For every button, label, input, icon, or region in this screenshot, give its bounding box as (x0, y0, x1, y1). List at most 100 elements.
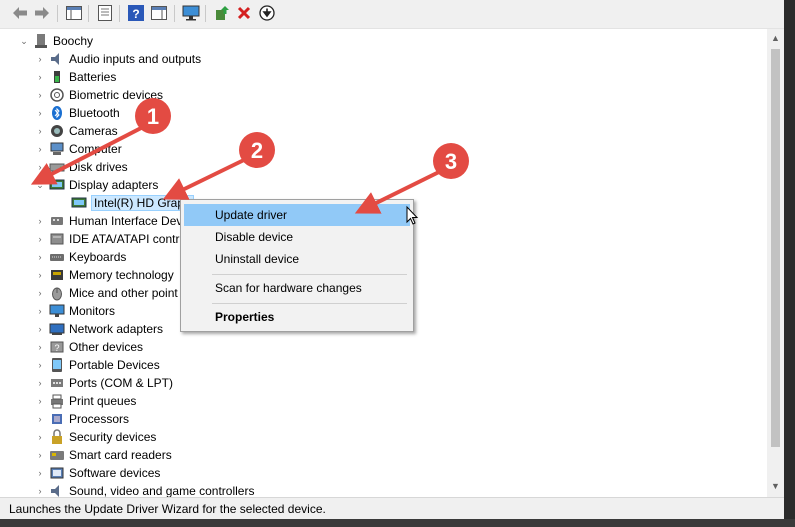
context-menu: Update driver Disable device Uninstall d… (180, 199, 414, 332)
expanded-chevron-icon[interactable]: ⌄ (34, 176, 46, 194)
collapsed-chevron-icon[interactable]: › (34, 464, 46, 482)
show-hide-console-tree-icon[interactable] (65, 4, 83, 22)
device-category-icon (49, 249, 65, 265)
tree-category[interactable]: › Cameras (34, 122, 118, 140)
forward-icon[interactable] (33, 4, 51, 22)
tree-category-label: Software devices (69, 466, 161, 480)
tree-category-label: Portable Devices (69, 358, 160, 372)
tree-category[interactable]: › Bluetooth (34, 104, 120, 122)
tree-category[interactable]: › Disk drives (34, 158, 128, 176)
collapsed-chevron-icon[interactable]: › (34, 104, 46, 122)
device-category-icon (49, 285, 65, 301)
update-driver-icon[interactable] (213, 4, 231, 22)
tree-category[interactable]: › Portable Devices (34, 356, 160, 374)
tree-category[interactable]: › Security devices (34, 428, 156, 446)
collapsed-chevron-icon[interactable]: › (34, 212, 46, 230)
tree-category[interactable]: › Memory technology (34, 266, 174, 284)
collapsed-chevron-icon[interactable]: › (34, 68, 46, 86)
collapsed-chevron-icon[interactable]: › (34, 158, 46, 176)
tree-category[interactable]: › Audio inputs and outputs (34, 50, 202, 68)
vertical-scrollbar[interactable]: ▲ ▼ (767, 29, 784, 497)
tree-category-label: Human Interface Dev (69, 214, 183, 228)
collapsed-chevron-icon[interactable]: › (34, 392, 46, 410)
tree-category[interactable]: › Smart card readers (34, 446, 172, 464)
scan-hardware-menu-item[interactable]: Scan for hardware changes (184, 277, 410, 299)
display-adapter-icon (71, 195, 87, 211)
tree-category[interactable]: › Sound, video and game controllers (34, 482, 254, 497)
tree-category[interactable]: › Monitors (34, 302, 116, 320)
tree-category[interactable]: › Network adapters (34, 320, 164, 338)
status-bar: Launches the Update Driver Wizard for th… (0, 497, 784, 520)
uninstall-icon[interactable] (235, 4, 253, 22)
device-category-icon (49, 465, 65, 481)
tree-category[interactable]: ›? Other devices (34, 338, 144, 356)
tree-category[interactable]: › Batteries (34, 68, 117, 86)
properties-menu-item[interactable]: Properties (184, 306, 410, 328)
update-driver-menu-item[interactable]: Update driver (184, 204, 410, 226)
disable-device-menu-item[interactable]: Disable device (184, 226, 410, 248)
device-category-icon (49, 141, 65, 157)
device-category-icon (49, 393, 65, 409)
toolbar: ? (0, 0, 795, 29)
collapsed-chevron-icon[interactable]: › (34, 320, 46, 338)
back-icon[interactable] (11, 4, 29, 22)
tree-category-label: Display adapters (69, 178, 159, 192)
scroll-down-icon[interactable]: ▼ (770, 481, 781, 492)
tree-category[interactable]: › IDE ATA/ATAPI contro (34, 230, 187, 248)
collapsed-chevron-icon[interactable]: › (34, 140, 46, 158)
tree-category[interactable]: › Ports (COM & LPT) (34, 374, 174, 392)
device-category-icon (49, 267, 65, 283)
scroll-thumb[interactable] (771, 49, 780, 447)
svg-text:?: ? (132, 7, 139, 21)
collapsed-chevron-icon[interactable]: › (34, 122, 46, 140)
device-category-icon (49, 411, 65, 427)
scroll-up-icon[interactable]: ▲ (770, 33, 781, 44)
tree-category[interactable]: › Computer (34, 140, 122, 158)
tree-category[interactable]: ⌄ Display adapters (34, 176, 158, 194)
tree-root-label: Boochy (53, 34, 94, 48)
download-icon[interactable] (258, 4, 276, 22)
tree-category-label: Bluetooth (69, 106, 120, 120)
collapsed-chevron-icon[interactable]: › (34, 446, 46, 464)
collapsed-chevron-icon[interactable]: › (34, 356, 46, 374)
uninstall-device-menu-item[interactable]: Uninstall device (184, 248, 410, 270)
tree-category[interactable]: › Keyboards (34, 248, 127, 266)
collapsed-chevron-icon[interactable]: › (34, 410, 46, 428)
tree-child-intel[interactable]: Intel(R) HD Graph (68, 194, 194, 212)
collapse-chevron-icon[interactable]: ⌄ (18, 32, 30, 50)
collapsed-chevron-icon[interactable]: › (34, 374, 46, 392)
tree-category-label: Other devices (69, 340, 144, 354)
device-category-icon (49, 303, 65, 319)
computer-icon (33, 33, 49, 49)
properties-icon[interactable] (96, 4, 114, 22)
collapsed-chevron-icon[interactable]: › (34, 428, 46, 446)
tree-category-label: Audio inputs and outputs (69, 52, 202, 66)
monitor-icon[interactable] (182, 4, 200, 22)
tree-child-label: Intel(R) HD Graph (91, 195, 194, 211)
device-category-icon (49, 321, 65, 337)
collapsed-chevron-icon[interactable]: › (34, 248, 46, 266)
device-category-icon (49, 177, 65, 193)
collapsed-chevron-icon[interactable]: › (34, 284, 46, 302)
collapsed-chevron-icon[interactable]: › (34, 302, 46, 320)
help-icon[interactable]: ? (127, 4, 145, 22)
tree-category-label: Mice and other point (69, 286, 178, 300)
collapsed-chevron-icon[interactable]: › (34, 338, 46, 356)
device-category-icon (49, 447, 65, 463)
collapsed-chevron-icon[interactable]: › (34, 482, 46, 497)
collapsed-chevron-icon[interactable]: › (34, 86, 46, 104)
tree-category-label: Memory technology (69, 268, 174, 282)
svg-text:?: ? (54, 343, 59, 353)
tree-category[interactable]: › Biometric devices (34, 86, 164, 104)
tree-category[interactable]: › Human Interface Dev (34, 212, 183, 230)
tree-category[interactable]: › Software devices (34, 464, 161, 482)
tree-category[interactable]: › Processors (34, 410, 130, 428)
collapsed-chevron-icon[interactable]: › (34, 266, 46, 284)
tree-category-label: Keyboards (69, 250, 127, 264)
collapsed-chevron-icon[interactable]: › (34, 50, 46, 68)
tree-root[interactable]: ⌄ Boochy (18, 32, 93, 50)
action-pane-icon[interactable] (150, 4, 168, 22)
collapsed-chevron-icon[interactable]: › (34, 230, 46, 248)
tree-category[interactable]: › Print queues (34, 392, 136, 410)
tree-category[interactable]: › Mice and other point (34, 284, 178, 302)
